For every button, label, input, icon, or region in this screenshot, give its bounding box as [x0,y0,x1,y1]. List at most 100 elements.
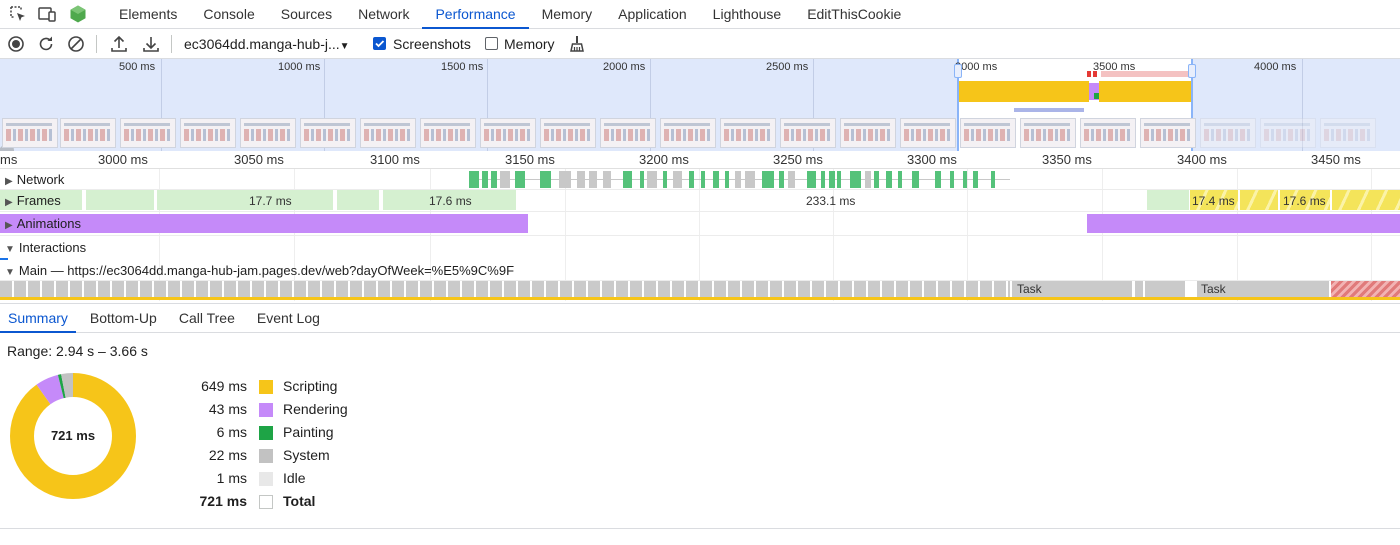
main-task-block[interactable] [1135,281,1143,297]
track-interactions[interactable]: ▼ Interactions [5,240,86,255]
track-animations[interactable]: ▶ Animations [5,216,84,231]
screenshot-thumbnail[interactable] [420,118,476,148]
element-picker-icon[interactable] [8,4,28,24]
screenshot-thumbnail[interactable] [180,118,236,148]
screenshot-thumbnail[interactable] [540,118,596,148]
tab-lighthouse[interactable]: Lighthouse [700,0,795,29]
legend-swatch [259,403,273,417]
tab-network[interactable]: Network [345,0,422,29]
toolbar-divider [171,35,172,53]
screenshot-thumbnail[interactable] [1260,118,1316,148]
overview-tick: 2000 ms [603,61,646,73]
upload-icon[interactable] [109,34,129,54]
main-thread-tasks[interactable] [0,281,1010,297]
selection-handle-left[interactable] [954,64,962,78]
profile-select-value: ec3064dd.manga-hub-j... [184,36,340,52]
screenshot-thumbnail[interactable] [2,118,58,148]
tab-call-tree[interactable]: Call Tree [171,304,243,333]
track-network[interactable]: ▶ Network [5,172,64,187]
screenshot-thumbnail[interactable] [960,118,1016,148]
overview-tick: 500 ms [119,61,156,73]
frame-block[interactable] [1147,190,1189,210]
tab-summary[interactable]: Summary [0,304,76,333]
donut-total-label: 721 ms [51,428,95,443]
record-icon[interactable] [6,34,26,54]
legend-name: Scripting [283,378,338,394]
ruler-tick: ms [0,152,18,167]
screenshot-thumbnail[interactable] [1200,118,1256,148]
ruler-tick: 3400 ms [1177,152,1227,167]
legend-name: Idle [283,470,306,486]
ruler-tick: 3000 ms [98,152,148,167]
track-network-label: Network [16,172,65,187]
tab-performance[interactable]: Performance [422,0,529,29]
overview-tick: 1500 ms [441,61,484,73]
screenshot-thumbnail[interactable] [120,118,176,148]
screenshot-thumbnail[interactable] [1140,118,1196,148]
frame-block[interactable] [337,190,379,210]
legend-swatch [259,426,273,440]
screenshot-thumbnail[interactable] [900,118,956,148]
tab-console[interactable]: Console [190,0,267,29]
vue-devtools-icon[interactable] [68,4,88,24]
track-main[interactable]: ▼ Main — https://ec3064dd.manga-hub-jam.p… [5,263,514,278]
download-icon[interactable] [141,34,161,54]
dropdown-arrow-icon: ▼ [339,41,350,52]
screenshot-thumbnail[interactable] [600,118,656,148]
screenshot-thumbnail[interactable] [1080,118,1136,148]
screenshot-thumbnail[interactable] [660,118,716,148]
collect-garbage-icon[interactable] [567,34,587,54]
screenshot-thumbnail[interactable] [300,118,356,148]
legend-swatch [259,495,273,509]
legend-row-scripting: 649 ms Scripting [180,378,480,398]
tab-bottom-up[interactable]: Bottom-Up [82,304,165,333]
ruler-tick: 3450 ms [1311,152,1361,167]
main-task-label: Task [1201,282,1226,296]
screenshot-thumbnail[interactable] [840,118,896,148]
reload-record-icon[interactable] [36,34,56,54]
details-tabs: Summary Bottom-Up Call Tree Event Log [0,303,1400,333]
scripting-activity [1099,81,1191,102]
toolbar-divider [96,35,97,53]
panel-bottom-border [0,528,1400,529]
tab-memory[interactable]: Memory [529,0,606,29]
screenshot-thumbnail[interactable] [360,118,416,148]
screenshot-thumbnail[interactable] [720,118,776,148]
dropped-frame-block[interactable] [1332,190,1400,210]
expand-triangle-icon: ▶ [5,176,13,187]
tab-elements[interactable]: Elements [106,0,190,29]
screenshot-thumbnail[interactable] [240,118,296,148]
long-task-warning[interactable] [1331,281,1400,297]
dropped-frame-block[interactable] [1240,190,1278,210]
collapse-triangle-icon: ▼ [5,267,15,278]
track-frames[interactable]: ▶ Frames [5,193,61,208]
frame-block[interactable] [86,190,154,210]
legend-row-painting: 6 ms Painting [180,424,480,444]
legend-value: 43 ms [208,401,247,417]
track-main-label: Main — https://ec3064dd.manga-hub-jam.pa… [18,263,515,278]
screenshots-checkbox[interactable] [373,37,386,50]
frame-block[interactable] [157,190,333,210]
ruler-tick: 3050 ms [234,152,284,167]
ruler-tick: 3300 ms [907,152,957,167]
screenshot-thumbnail[interactable] [1320,118,1376,148]
tab-event-log[interactable]: Event Log [249,304,328,333]
legend-value: 649 ms [201,378,247,394]
screenshot-thumbnail[interactable] [480,118,536,148]
memory-checkbox[interactable] [485,37,498,50]
screenshot-thumbnail[interactable] [60,118,116,148]
tab-application[interactable]: Application [605,0,700,29]
tab-editthiscookie[interactable]: EditThisCookie [794,0,914,29]
clear-icon[interactable] [66,34,86,54]
selection-handle-right[interactable] [1188,64,1196,78]
screenshot-thumbnail[interactable] [780,118,836,148]
tab-sources[interactable]: Sources [268,0,345,29]
main-task-block[interactable] [1145,281,1185,297]
screenshot-thumbnail[interactable] [1020,118,1076,148]
timeline-overview[interactable]: 500 ms 1000 ms 1500 ms 2000 ms 2500 ms 4… [0,59,1400,151]
animation-block[interactable] [1087,214,1400,233]
device-toolbar-icon[interactable] [37,4,57,24]
legend-value: 1 ms [216,470,247,486]
profile-select[interactable]: ec3064dd.manga-hub-j...▼ [184,36,350,52]
legend-name: Total [283,493,316,509]
